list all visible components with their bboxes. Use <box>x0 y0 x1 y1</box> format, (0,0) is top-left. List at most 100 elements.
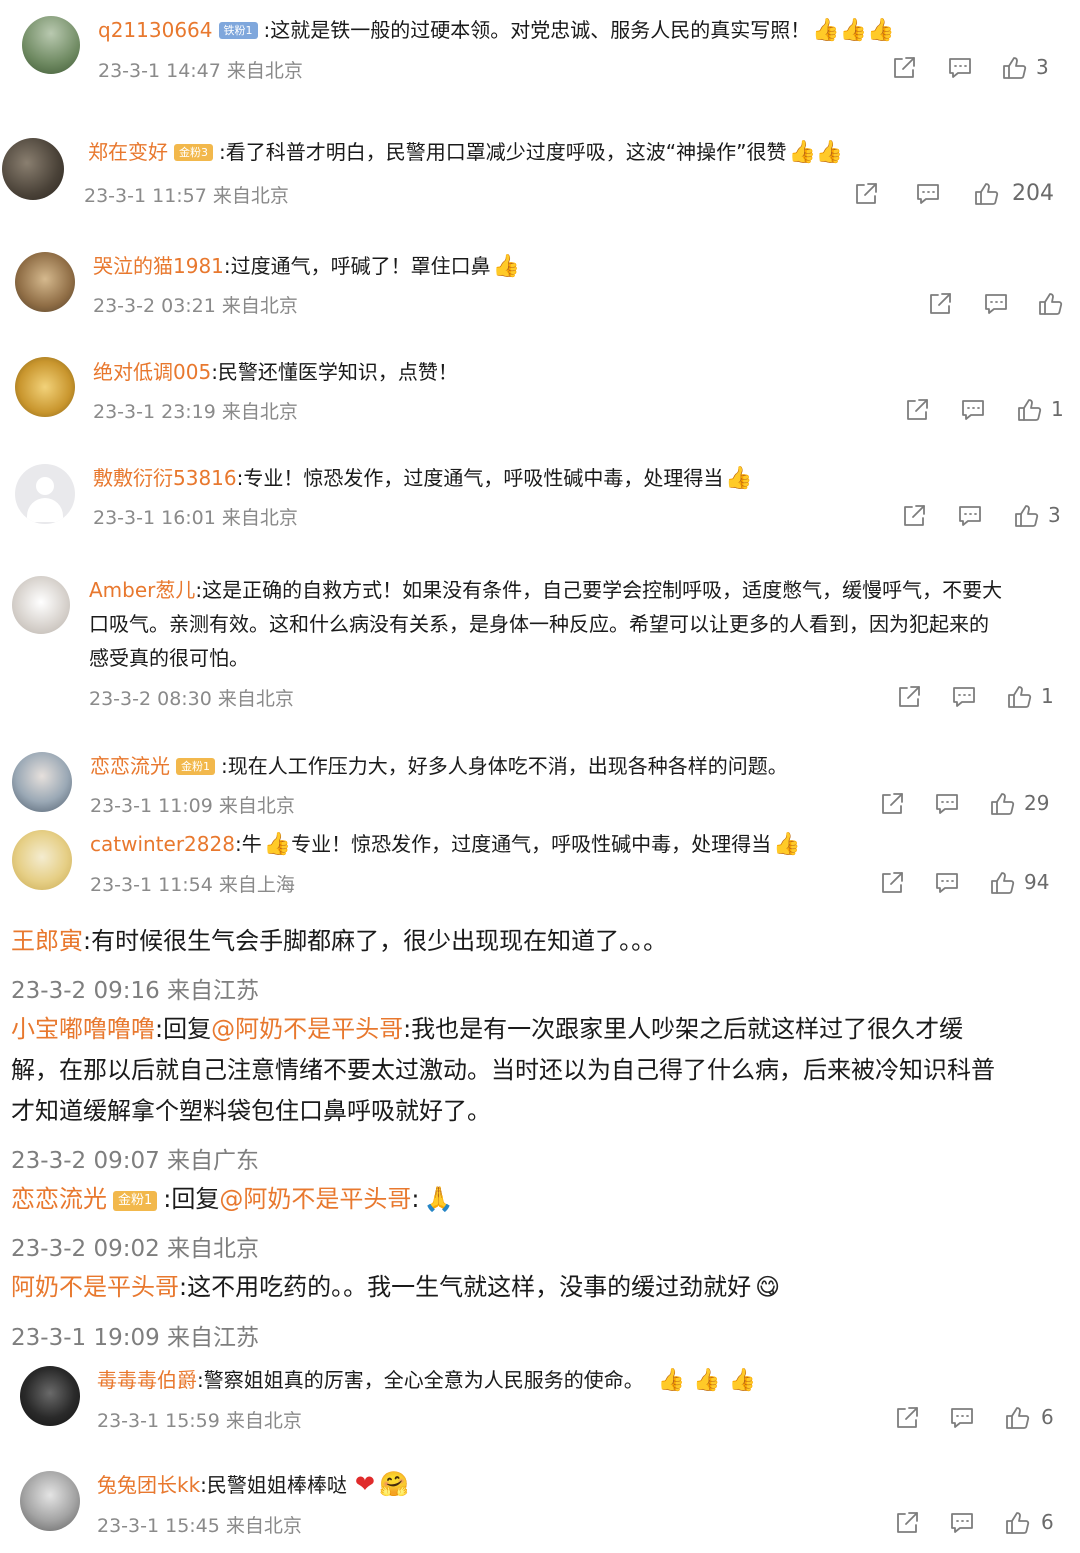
comment-icon[interactable] <box>982 290 1010 318</box>
username[interactable]: q21130664 <box>98 18 213 42</box>
comment-icon[interactable] <box>914 180 942 208</box>
reply-meta: 23-3-2 09:02 来自北京 <box>11 1236 260 1262</box>
avatar[interactable] <box>12 830 72 890</box>
share-icon[interactable] <box>878 869 906 897</box>
username[interactable]: 哭泣的猫1981 <box>93 254 224 278</box>
avatar[interactable] <box>22 16 80 74</box>
avatar[interactable] <box>15 252 75 312</box>
username[interactable]: 绝对低调005 <box>93 360 211 384</box>
comment-text-line: q21130664 铁粉1:这就是铁一般的过硬本领。对党忠诚、服务人民的真实写照！… <box>98 16 894 44</box>
comment-icon[interactable] <box>948 1404 976 1432</box>
comment-text-line: 哭泣的猫1981:过度通气，呼碱了！罩住口鼻👍 <box>93 252 520 280</box>
avatar[interactable] <box>12 576 70 634</box>
like-icon[interactable] <box>988 869 1016 897</box>
share-icon[interactable] <box>895 683 923 711</box>
like-icon[interactable] <box>1003 1404 1031 1432</box>
username[interactable]: catwinter2828 <box>90 832 235 856</box>
avatar[interactable] <box>15 464 75 524</box>
comment-text: :过度通气，呼碱了！罩住口鼻 <box>223 254 491 278</box>
mention-link[interactable]: @阿奶不是平头哥 <box>219 1185 411 1213</box>
username[interactable]: 阿奶不是平头哥 <box>11 1273 179 1301</box>
like-icon[interactable] <box>1036 290 1064 318</box>
comment-icon[interactable] <box>946 54 974 82</box>
mention-link[interactable]: @阿奶不是平头哥 <box>211 1015 403 1043</box>
username[interactable]: 敷敷衍衍53816 <box>93 466 237 490</box>
comment-actions: 1 <box>903 396 1068 426</box>
share-icon[interactable] <box>890 54 918 82</box>
share-icon[interactable] <box>903 396 931 424</box>
comment-icon[interactable] <box>933 790 961 818</box>
reply-text: :有时候很生气会手脚都麻了，很少出现现在知道了。。。 <box>83 927 668 955</box>
share-icon[interactable] <box>926 290 954 318</box>
comment-meta: 23-3-2 03:21 来自北京 <box>93 295 298 317</box>
reply-line: 小宝嘟噜噜噜:回复@阿奶不是平头哥:我也是有一次跟家里人吵架之后就这样过了很久才… <box>11 1009 963 1049</box>
avatar[interactable] <box>2 138 64 200</box>
comment-meta: 23-3-1 23:19 来自北京 <box>93 401 298 423</box>
username[interactable]: 恋恋流光 <box>11 1185 107 1213</box>
comment-text-line: 郑在变好 金粉3:看了科普才明白，民警用口罩减少过度呼吸，这波“神操作”很赞👍👍 <box>88 138 843 166</box>
like-count: 1 <box>1041 684 1054 708</box>
avatar[interactable] <box>20 1366 80 1426</box>
comment-meta: 23-3-1 11:57 来自北京 <box>84 185 289 207</box>
like-count: 204 <box>1012 181 1054 206</box>
comment-text: :警察姐姐真的厉害，全心全意为人民服务的使命。 <box>197 1368 644 1392</box>
thumbs-up-emoji-icon: 👍 <box>263 832 292 857</box>
heart-icon: ❤ <box>354 1470 376 1498</box>
like-count: 29 <box>1024 791 1050 815</box>
avatar[interactable] <box>20 1471 80 1531</box>
comment-actions: 3 <box>890 54 1060 84</box>
comment-meta: 23-3-1 15:59 来自北京 <box>97 1410 302 1432</box>
reply-line: 阿奶不是平头哥:这不用吃药的。。我一生气就这样，没事的缓过劲就好 😋 <box>11 1267 780 1307</box>
comment-text-line: catwinter2828:牛👍专业！惊恐发作，过度通气，呼吸性碱中毒，处理得当… <box>90 830 801 858</box>
comment-icon[interactable] <box>950 683 978 711</box>
like-icon[interactable] <box>1012 502 1040 530</box>
comment-actions: 6 <box>893 1404 1063 1434</box>
comment-actions: 6 <box>893 1509 1063 1539</box>
username[interactable]: 恋恋流光 <box>90 754 170 778</box>
comment-text-line: 敷敷衍衍53816:专业！惊恐发作，过度通气，呼吸性碱中毒，处理得当👍 <box>93 464 753 492</box>
reply-meta: 23-3-1 19:09 来自江苏 <box>11 1325 260 1351</box>
comment-icon[interactable] <box>959 396 987 424</box>
pray-hands-emoji-icon: 🙏 <box>423 1185 454 1213</box>
fan-badge: 金粉1 <box>113 1191 158 1211</box>
reply-text-line: 才知道缓解拿个塑料袋包住口鼻呼吸就好了。 <box>11 1097 491 1125</box>
comment-text-line: 兔兔团长kk:民警姐姐棒棒哒 ❤ 🤗 <box>97 1471 409 1499</box>
like-icon[interactable] <box>1015 396 1043 424</box>
like-count: 3 <box>1036 55 1049 79</box>
username[interactable]: 小宝嘟噜噜噜 <box>11 1015 155 1043</box>
username[interactable]: 兔兔团长kk <box>97 1473 200 1497</box>
username[interactable]: 王郎寅 <box>11 927 83 955</box>
share-icon[interactable] <box>893 1404 921 1432</box>
thumbs-up-emoji-icon: 👍 <box>725 466 753 491</box>
comment-icon[interactable] <box>948 1509 976 1537</box>
share-icon[interactable] <box>893 1509 921 1537</box>
comment-meta: 23-3-1 11:54 来自上海 <box>90 874 295 896</box>
comment-icon[interactable] <box>956 502 984 530</box>
username[interactable]: Amber葱儿 <box>89 578 195 602</box>
reply-text: :我也是有一次跟家里人吵架之后就这样过了很久才缓 <box>403 1015 964 1043</box>
comment-meta: 23-3-1 14:47 来自北京 <box>98 60 303 82</box>
comment-icon[interactable] <box>933 869 961 897</box>
reply-text: : <box>411 1185 420 1213</box>
share-icon[interactable] <box>852 180 880 208</box>
avatar[interactable] <box>15 357 75 417</box>
like-icon[interactable] <box>1005 683 1033 711</box>
share-icon[interactable] <box>878 790 906 818</box>
like-count: 94 <box>1024 870 1050 894</box>
username[interactable]: 郑在变好 <box>88 140 168 164</box>
avatar[interactable] <box>12 752 72 812</box>
thumbs-up-emoji-icon: 👍👍👍 <box>657 1368 764 1393</box>
comment-text: :看了科普才明白，民警用口罩减少过度呼吸，这波“神操作”很赞 <box>219 140 787 164</box>
comment-text: :现在人工作压力大，好多人身体吃不消，出现各种各样的问题。 <box>221 754 788 778</box>
username[interactable]: 毒毒毒伯爵 <box>97 1368 197 1392</box>
like-icon[interactable] <box>1000 54 1028 82</box>
like-icon[interactable] <box>1003 1509 1031 1537</box>
fan-badge: 金粉1 <box>176 758 215 775</box>
like-icon[interactable] <box>988 790 1016 818</box>
hug-face-emoji-icon: 🤗 <box>379 1470 409 1498</box>
thumbs-up-emoji-icon: 👍👍 <box>788 140 844 165</box>
like-icon[interactable] <box>972 180 1000 208</box>
comment-actions: 29 <box>878 790 1058 820</box>
share-icon[interactable] <box>900 502 928 530</box>
reply-text: :这不用吃药的。。我一生气就这样，没事的缓过劲就好 <box>179 1273 752 1301</box>
